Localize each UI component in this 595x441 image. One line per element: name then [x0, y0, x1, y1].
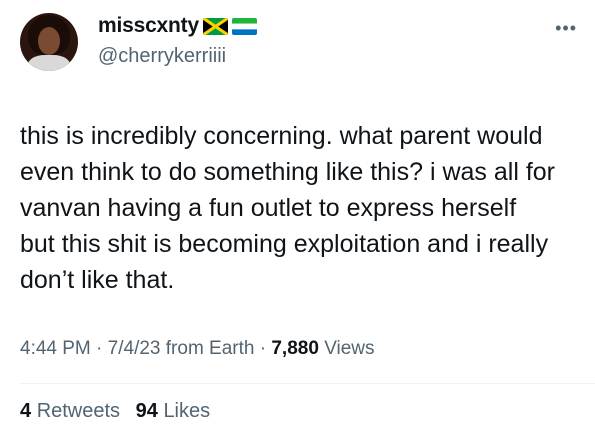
retweets-label: Retweets [36, 400, 121, 422]
avatar-body [28, 55, 70, 71]
engagement-stats: 4 Retweets 94 Likes [20, 400, 220, 423]
jamaica-flag-icon [202, 17, 228, 35]
separator-dot: · [259, 338, 272, 359]
retweets-count: 4 [20, 400, 32, 422]
author-name-row[interactable]: misscxnty [98, 14, 257, 38]
avatar[interactable] [20, 13, 78, 71]
likes-count: 94 [135, 400, 158, 422]
author-handle[interactable]: @cherrykerriiii [98, 45, 226, 68]
tweet-time[interactable]: 4:44 PM [20, 338, 91, 359]
tweet-meta: 4:44 PM · 7/4/23 from Earth · 7,880 View… [20, 338, 375, 360]
retweets-stat[interactable]: 4 Retweets [20, 400, 126, 422]
separator-dot: · [96, 338, 108, 359]
display-name[interactable]: misscxnty [98, 14, 199, 38]
views-count: 7,880 [271, 338, 319, 359]
divider [20, 383, 595, 384]
sierra-leone-flag-icon [231, 17, 257, 35]
tweet-date[interactable]: 7/4/23 [108, 338, 161, 359]
avatar-face [38, 27, 60, 55]
tweet-source: from Earth [165, 338, 255, 359]
more-options-icon[interactable]: ••• [555, 18, 577, 39]
views-label: Views [324, 338, 375, 359]
likes-label: Likes [163, 400, 211, 422]
tweet-text: this is incredibly concerning. what pare… [20, 122, 555, 294]
likes-stat[interactable]: 94 Likes [136, 400, 211, 422]
